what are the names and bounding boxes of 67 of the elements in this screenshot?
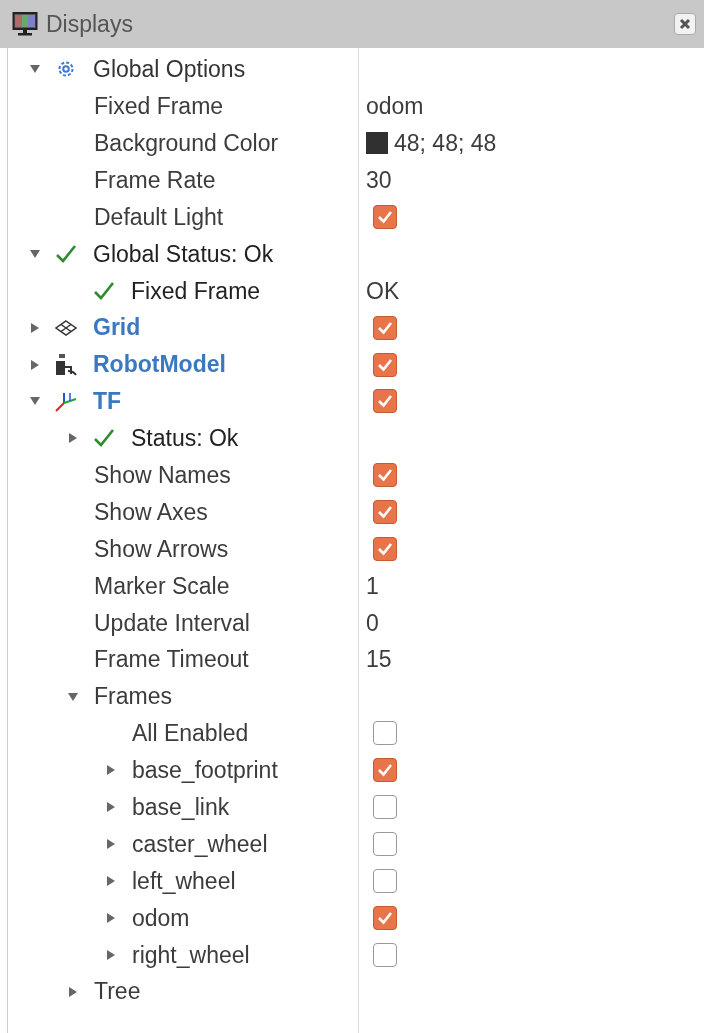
close-button[interactable] bbox=[674, 13, 696, 35]
property-label[interactable]: left_wheel bbox=[132, 863, 236, 899]
checkbox[interactable] bbox=[373, 758, 397, 783]
panel-title: Displays bbox=[46, 9, 133, 39]
property-label[interactable]: right_wheel bbox=[132, 937, 250, 973]
property-label[interactable]: Frames bbox=[94, 679, 172, 714]
checkbox[interactable] bbox=[373, 389, 397, 414]
property-label[interactable]: Frame Timeout bbox=[94, 642, 249, 677]
collapse-arrow-icon[interactable] bbox=[67, 691, 79, 702]
property-label[interactable]: Background Color bbox=[94, 125, 279, 161]
checkbox[interactable] bbox=[373, 352, 397, 377]
property-label[interactable]: Default Light bbox=[94, 199, 224, 235]
property-value: 0 bbox=[366, 608, 379, 638]
property-label[interactable]: All Enabled bbox=[132, 716, 249, 751]
collapse-arrow-icon[interactable] bbox=[29, 248, 41, 259]
expand-arrow-icon[interactable] bbox=[106, 838, 116, 851]
property-label[interactable]: Fixed Frame bbox=[94, 89, 224, 124]
property-value: 48; 48; 48 bbox=[394, 128, 497, 158]
property-value: 15 bbox=[366, 645, 392, 675]
checkbox[interactable] bbox=[373, 315, 397, 340]
property-label[interactable]: odom bbox=[132, 900, 190, 936]
expand-arrow-icon[interactable] bbox=[68, 432, 78, 445]
collapse-arrow-icon[interactable] bbox=[29, 64, 41, 75]
expand-arrow-icon[interactable] bbox=[68, 985, 78, 998]
robot-icon bbox=[54, 352, 78, 377]
property-value: odom bbox=[366, 92, 424, 122]
checkbox[interactable] bbox=[373, 869, 397, 894]
status-label[interactable]: Global Status: Ok bbox=[93, 236, 274, 272]
expand-arrow-icon[interactable] bbox=[30, 358, 40, 371]
checkbox[interactable] bbox=[373, 500, 397, 525]
monitor-icon bbox=[12, 11, 38, 37]
expand-arrow-icon[interactable] bbox=[106, 911, 116, 924]
property-value: OK bbox=[366, 276, 400, 306]
display-label[interactable]: TF bbox=[93, 384, 122, 419]
close-icon bbox=[679, 18, 691, 30]
property-label[interactable]: Tree bbox=[94, 974, 141, 1009]
property-label[interactable]: Frame Rate bbox=[94, 162, 216, 198]
checkbox[interactable] bbox=[373, 205, 397, 229]
status-label[interactable]: Status: Ok bbox=[131, 421, 239, 456]
property-value: 30 bbox=[366, 165, 392, 195]
checkbox[interactable] bbox=[373, 795, 397, 820]
property-label[interactable]: Show Axes bbox=[94, 494, 208, 530]
status-label[interactable]: Fixed Frame bbox=[131, 273, 261, 309]
expand-arrow-icon[interactable] bbox=[106, 948, 116, 961]
property-label[interactable]: Update Interval bbox=[94, 605, 250, 641]
checkbox[interactable] bbox=[373, 905, 397, 930]
collapse-arrow-icon[interactable] bbox=[29, 396, 41, 407]
checkbox[interactable] bbox=[373, 537, 397, 561]
expand-arrow-icon[interactable] bbox=[30, 321, 40, 334]
property-label[interactable]: base_footprint bbox=[132, 753, 278, 788]
property-value: 1 bbox=[366, 571, 379, 601]
property-label[interactable]: base_link bbox=[132, 790, 230, 825]
property-label[interactable]: caster_wheel bbox=[132, 826, 268, 862]
checkbox[interactable] bbox=[373, 463, 397, 488]
checkbox[interactable] bbox=[373, 832, 397, 857]
property-label[interactable]: Marker Scale bbox=[94, 568, 230, 604]
display-label[interactable]: RobotModel bbox=[93, 347, 226, 382]
expand-arrow-icon[interactable] bbox=[106, 764, 116, 777]
checkbox[interactable] bbox=[373, 721, 397, 746]
expand-arrow-icon[interactable] bbox=[106, 875, 116, 888]
property-label[interactable]: Show Names bbox=[94, 458, 231, 493]
expand-arrow-icon[interactable] bbox=[106, 801, 116, 814]
property-label[interactable]: Show Arrows bbox=[94, 531, 229, 567]
group-label[interactable]: Global Options bbox=[93, 52, 246, 87]
checkbox[interactable] bbox=[373, 942, 397, 967]
grid-icon bbox=[55, 319, 77, 336]
display-label[interactable]: Grid bbox=[93, 310, 141, 345]
